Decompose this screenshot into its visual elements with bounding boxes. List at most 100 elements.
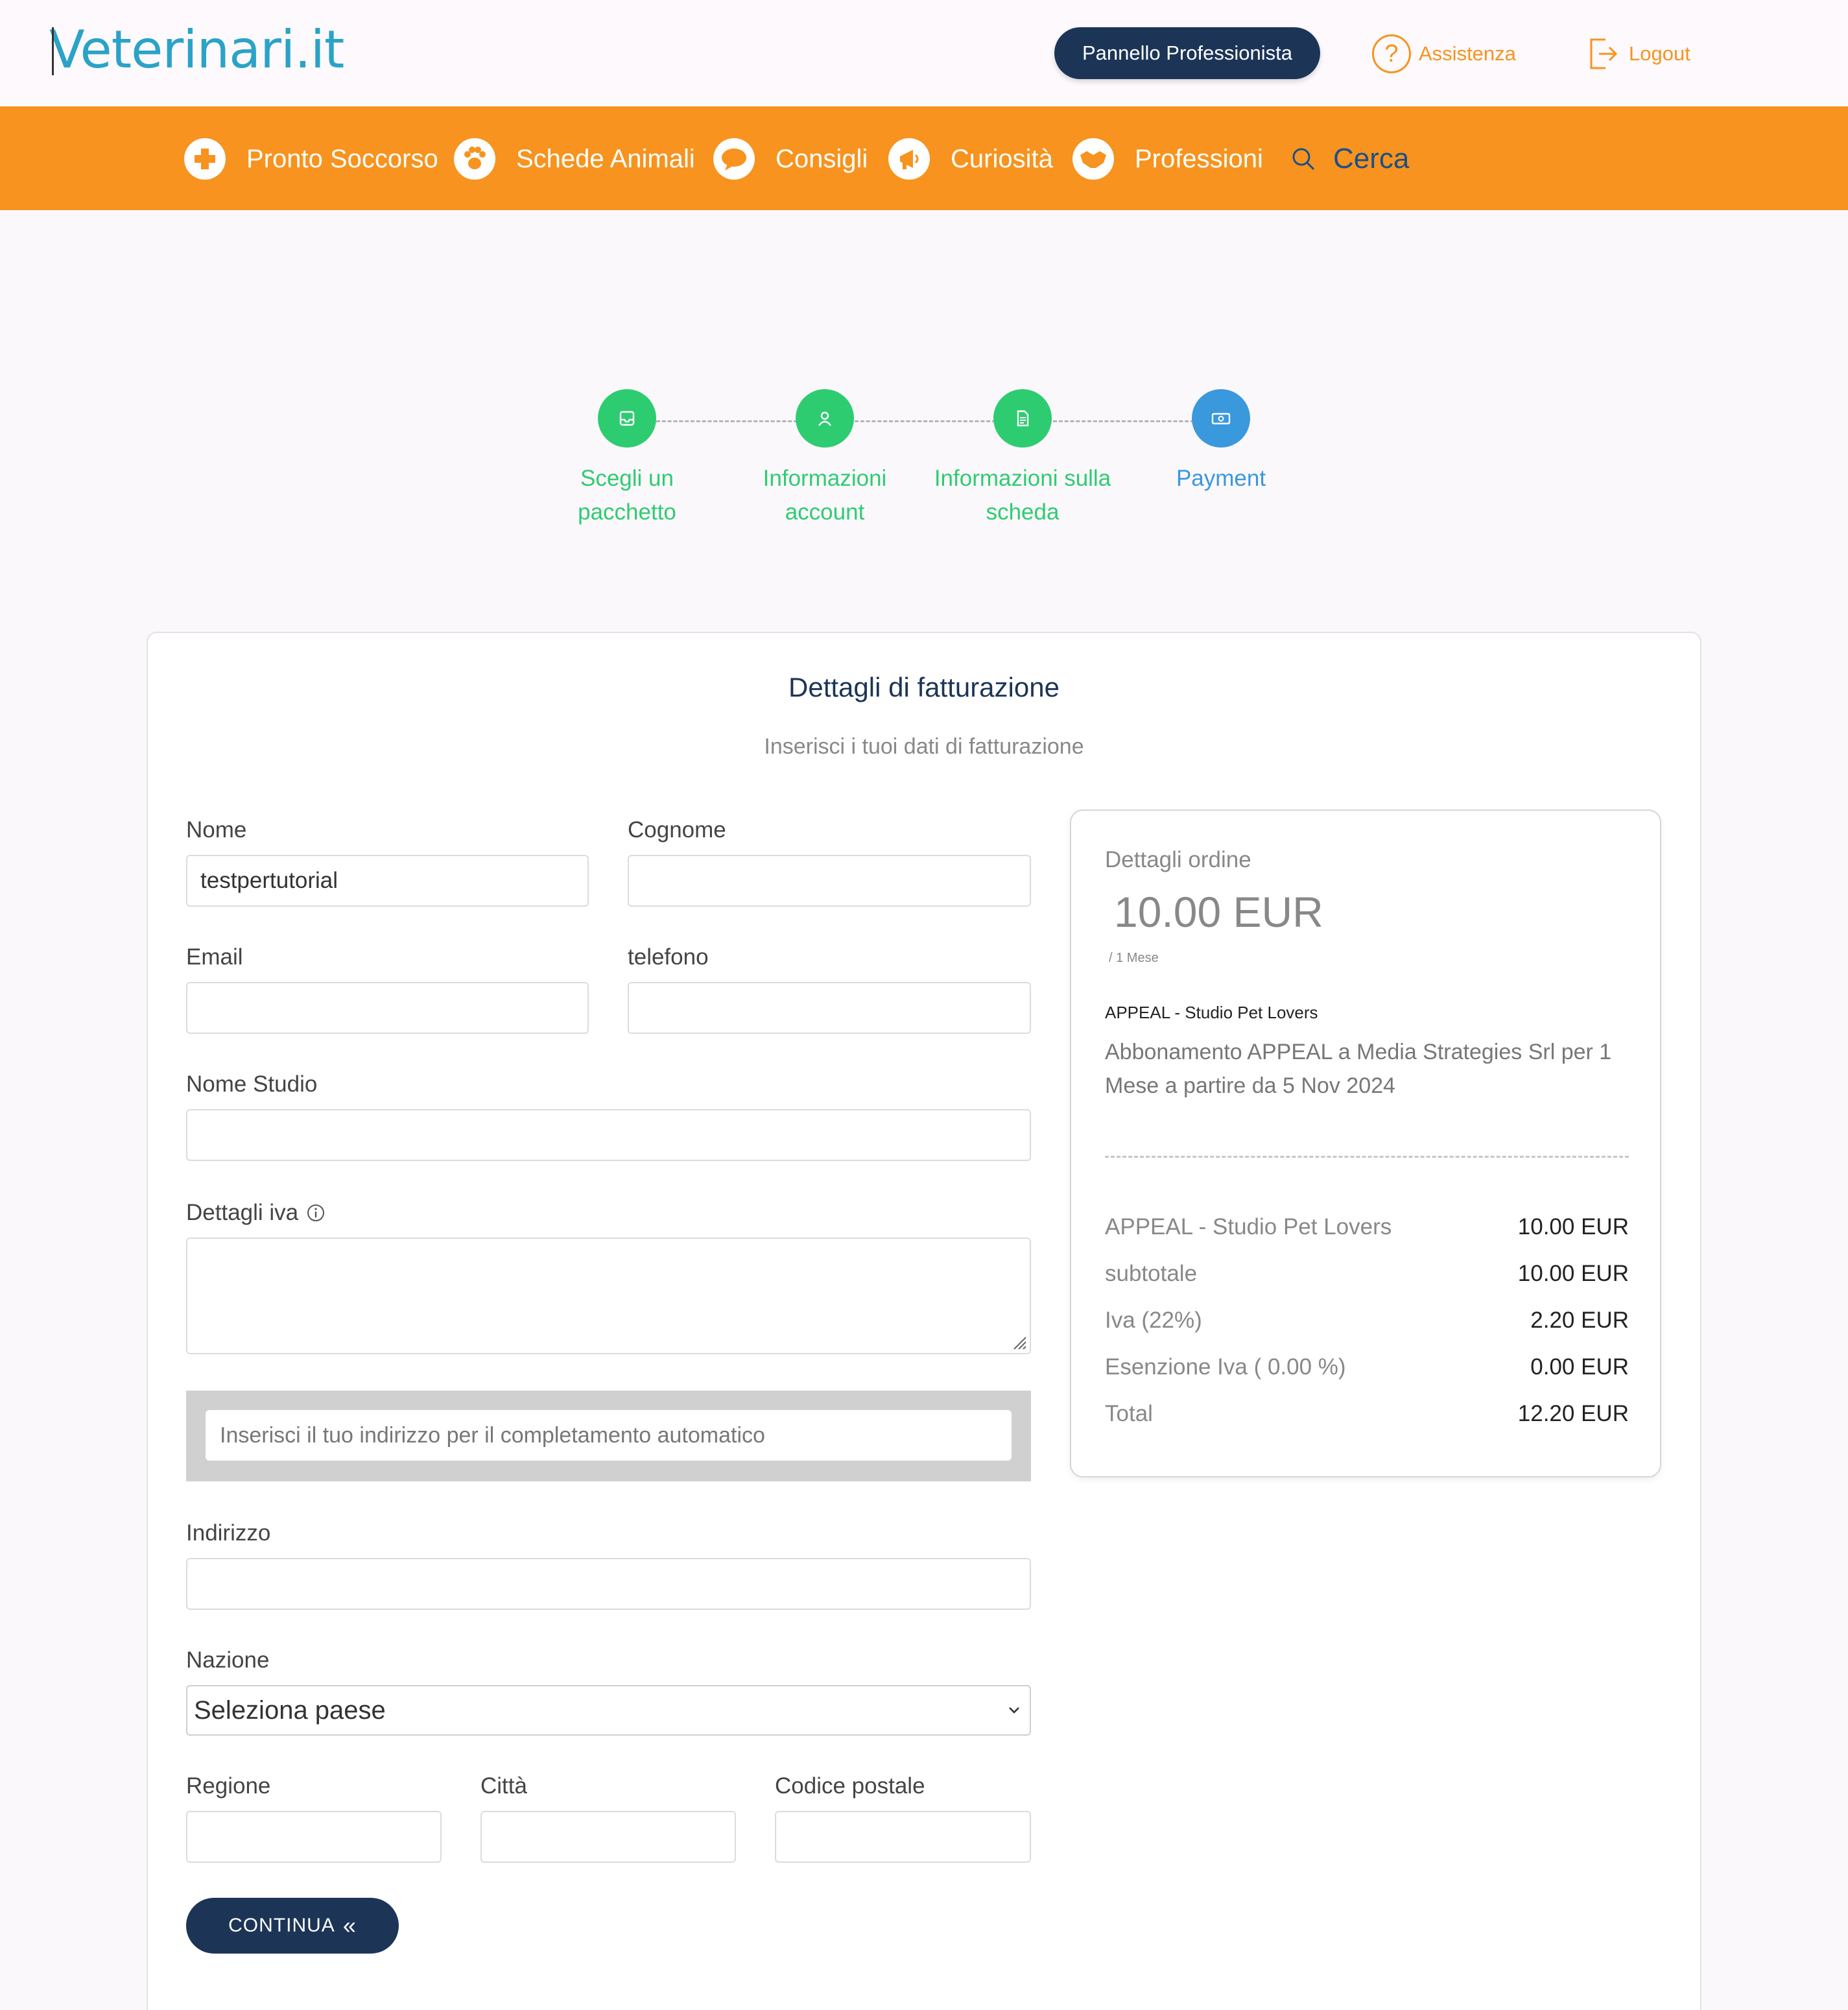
step-marker [993,389,1052,448]
continue-button[interactable]: CONTINUA « [186,1898,399,1954]
continue-label: CONTINUA [228,1915,335,1936]
order-line-label: Total [1105,1401,1153,1426]
step-informazioni-scheda[interactable]: Informazioni sulla scheda [925,389,1120,529]
handshake-icon [1072,138,1114,180]
telefono-label: telefono [628,944,709,970]
order-summary: Dettagli ordine 10.00 EUR / 1 Mese APPEA… [1070,809,1661,1478]
order-line: Iva (22%) 2.20 EUR [1105,1308,1629,1334]
email-input[interactable] [186,982,589,1034]
nome-label: Nome [186,817,247,843]
main-nav: Pronto Soccorso Schede Animali Consigli … [0,106,1848,210]
logout-label: Logout [1629,42,1690,65]
nazione-selected-value: Seleziona paese [194,1695,386,1725]
order-line: Esenzione Iva ( 0.00 %) 0.00 EUR [1105,1354,1629,1380]
step-scegli-pacchetto[interactable]: Scegli un pacchetto [530,389,724,529]
site-logo[interactable]: Veterinari.it [49,19,344,80]
order-description: Abbonamento APPEAL a Media Strategies Sr… [1105,1040,1612,1098]
codice-postale-label: Codice postale [775,1773,925,1799]
first-aid-icon [184,138,226,180]
logout-icon [1590,38,1618,69]
order-price: 10.00 EUR [1114,888,1323,936]
cognome-input[interactable] [628,855,1031,907]
order-line-label: Esenzione Iva ( 0.00 %) [1105,1354,1346,1380]
assistance-link[interactable]: ? Assistenza [1372,34,1516,74]
nav-item-professioni[interactable]: Professioni [1072,138,1263,180]
search-label: Cerca [1333,143,1410,174]
nazione-label: Nazione [186,1647,270,1673]
order-line-value: 12.20 EUR [1517,1401,1629,1426]
order-line-label: APPEAL - Studio Pet Lovers [1105,1214,1392,1239]
megaphone-icon [888,138,930,180]
order-product-name: APPEAL - Studio Pet Lovers [1105,1003,1318,1022]
order-heading: Dettagli ordine [1105,847,1251,872]
email-label: Email [186,944,243,970]
order-total-line: Total 12.20 EUR [1105,1401,1629,1427]
telefono-input[interactable] [628,982,1031,1034]
order-line-value: 10.00 EUR [1517,1261,1629,1286]
top-header: Veterinari.it Pannello Professionista ? … [0,0,1848,106]
order-period: / 1 Mese [1109,951,1159,965]
chat-bubble-icon [713,138,755,180]
nav-search[interactable]: Cerca [1290,138,1409,180]
cognome-label: Cognome [628,817,726,843]
iva-label: Dettagli iva [186,1200,299,1225]
autocomplete-placeholder: Inserisci il tuo indirizzo per il comple… [220,1422,765,1448]
billing-title: Dettagli di fatturazione [788,672,1060,702]
logout-link[interactable]: Logout [1589,34,1690,74]
citta-input[interactable] [480,1811,736,1863]
autocomplete-panel: Inserisci il tuo indirizzo per il comple… [186,1391,1031,1481]
iva-label-row: Dettagli iva [186,1200,326,1226]
step-label: Payment [1176,466,1266,491]
regione-input[interactable] [186,1811,442,1863]
order-line-value: 0.00 EUR [1530,1354,1629,1380]
order-divider [1105,1156,1629,1158]
iva-textarea[interactable] [186,1238,1031,1354]
billing-subtitle: Inserisci i tuoi dati di fatturazione [764,734,1084,759]
money-icon [1211,413,1231,425]
indirizzo-input[interactable] [186,1558,1031,1610]
info-icon[interactable] [306,1203,326,1223]
codice-postale-input[interactable] [775,1811,1031,1863]
step-label: Scegli un pacchetto [578,466,676,525]
document-icon [1017,410,1029,427]
double-chevron-left-icon: « [342,1912,357,1939]
nome-studio-label: Nome Studio [186,1071,318,1097]
nazione-select[interactable]: Seleziona paese [186,1685,1031,1736]
address-autocomplete-input[interactable]: Inserisci il tuo indirizzo per il comple… [206,1410,1012,1461]
user-icon [818,411,831,426]
nome-input[interactable]: testpertutorial [186,855,589,907]
order-line: APPEAL - Studio Pet Lovers 10.00 EUR [1105,1214,1629,1240]
nome-studio-input[interactable] [186,1109,1031,1161]
nav-item-pronto-soccorso[interactable]: Pronto Soccorso [184,138,438,180]
nav-label: Pronto Soccorso [246,144,438,173]
order-line-value: 10.00 EUR [1517,1214,1629,1239]
nav-item-schede-animali[interactable]: Schede Animali [454,138,695,180]
citta-label: Città [480,1773,527,1799]
order-line-label: subtotale [1105,1261,1198,1286]
paw-icon [454,138,495,180]
step-label: Informazioni sulla scheda [934,466,1111,525]
step-label: Informazioni account [763,466,887,525]
step-informazioni-account[interactable]: Informazioni account [728,389,922,529]
pro-panel-label: Pannello Professionista [1082,42,1292,64]
inbox-icon [619,411,635,426]
order-line: subtotale 10.00 EUR [1105,1261,1629,1287]
search-icon [1292,148,1315,171]
order-line-value: 2.20 EUR [1530,1308,1629,1333]
step-marker [796,389,854,448]
regione-label: Regione [186,1773,271,1799]
nav-label: Curiosità [951,144,1053,173]
nav-label: Consigli [776,144,868,173]
indirizzo-label: Indirizzo [186,1520,271,1546]
pro-panel-button[interactable]: Pannello Professionista [1054,27,1320,79]
step-marker [598,389,656,448]
resize-handle-icon[interactable] [1010,1334,1027,1350]
step-marker [1192,389,1250,448]
nome-value: testpertutorial [200,868,338,893]
nav-item-curiosita[interactable]: Curiosità [888,138,1053,180]
nav-label: Schede Animali [516,144,695,173]
nav-item-consigli[interactable]: Consigli [713,138,868,180]
question-icon: ? [1372,34,1411,73]
chevron-down-icon [1009,1707,1019,1714]
step-payment[interactable]: Payment [1124,389,1318,496]
